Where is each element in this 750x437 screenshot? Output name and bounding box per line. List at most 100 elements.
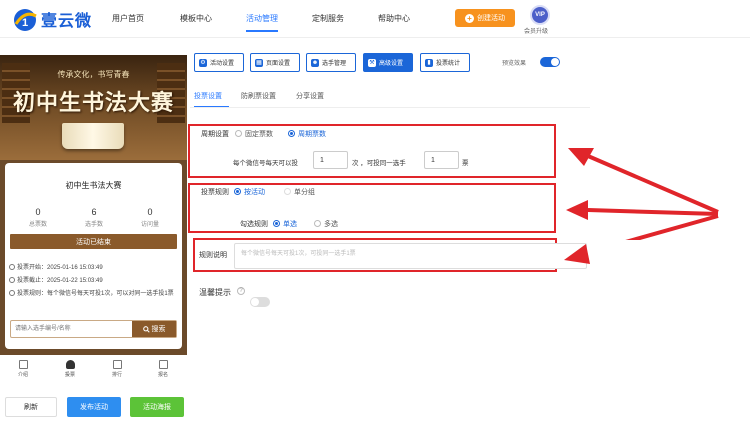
vip-icon[interactable]: VIP [530, 5, 550, 25]
search-icon [142, 325, 150, 333]
clock-icon [9, 290, 15, 296]
search-button-label: 搜索 [151, 326, 166, 333]
tab-label: 排行 [111, 372, 122, 378]
page-settings-button[interactable]: ▦ 页面设置 [250, 53, 300, 72]
radio-icon [288, 130, 295, 137]
settings-icon: ⚙ [199, 58, 207, 67]
stat-total-votes: 0 总票数 [8, 207, 68, 228]
toggle-knob [251, 298, 259, 306]
svg-text:1: 1 [22, 17, 28, 29]
page-icon: ▦ [255, 58, 263, 67]
vip-upgrade-label[interactable]: 会员升级 [524, 26, 548, 35]
stat-value: 0 [35, 207, 41, 217]
brand-name: 壹云微 [41, 13, 93, 30]
votes-same-text: 次 ，可投同一选手 [352, 160, 406, 167]
publish-activity-button[interactable]: 发布活动 [67, 397, 121, 417]
radio-icon [235, 130, 242, 137]
banner-title: 初中生书法大赛 [12, 90, 174, 116]
refresh-button[interactable]: 刷新 [5, 397, 57, 417]
radio-label: 周期票数 [298, 131, 326, 138]
subtab-anti-fraud[interactable]: 防刷票设置 [241, 91, 276, 101]
annotation-arrow-lower [564, 244, 590, 264]
vote-rule-label: 投票规则 [201, 189, 229, 196]
open-book-image [62, 123, 124, 149]
stat-contestants: 6 选手数 [64, 207, 124, 228]
create-activity-button[interactable]: + 创建活动 [455, 9, 515, 27]
activity-settings-button[interactable]: ⚙ 活动设置 [194, 53, 244, 72]
rule-description-label: 规则说明 [199, 252, 227, 259]
activity-poster-button[interactable]: 活动海报 [130, 397, 184, 417]
nav-templates[interactable]: 模板中心 [180, 13, 212, 24]
contestant-search-input[interactable] [11, 321, 133, 337]
tab-label: 介绍 [17, 372, 28, 378]
toggle-knob [551, 58, 559, 66]
tab-label: 投票 [64, 372, 75, 378]
radio-label: 单分组 [294, 189, 315, 196]
nav-home[interactable]: 用户首页 [112, 13, 144, 24]
document-icon [18, 360, 28, 369]
radio-icon [273, 220, 280, 227]
create-activity-label: 创建活动 [477, 15, 505, 22]
top-navigation: 1 壹云微 用户首页 模板中心 活动管理 定制服务 帮助中心 + 创建活动 VI… [0, 0, 750, 38]
radio-icon [234, 188, 241, 195]
radio-label: 固定票数 [245, 131, 273, 138]
clock-icon [9, 264, 15, 270]
votes-per-day-text: 每个微信号每天可以投 [233, 160, 298, 167]
by-activity-radio[interactable]: 按活动 [234, 187, 265, 197]
preview-tabbar: 介绍 投票 排行 报名 [0, 357, 187, 383]
info-text: 投票开始：2025-01-16 15:03:49 [17, 265, 103, 271]
activity-title: 初中生书法大赛 [65, 181, 122, 190]
contestant-management-button[interactable]: ☻ 选手管理 [306, 53, 356, 72]
single-group-radio[interactable]: 单分组 [284, 187, 315, 197]
fixed-votes-radio[interactable]: 固定票数 [235, 129, 273, 139]
tab-ranking[interactable]: 排行 [102, 360, 132, 378]
tab-intro[interactable]: 介绍 [8, 360, 38, 378]
contestant-search: 搜索 [10, 320, 177, 338]
info-vote-start: 投票开始：2025-01-16 15:03:49 [9, 264, 103, 273]
rule-description-textarea[interactable]: 每个微信号每天可投1次，可投同一选手1票 [234, 243, 587, 269]
stat-label: 选手数 [84, 222, 103, 228]
mobile-preview: 传承文化，书写青春 初中生书法大赛 初中生书法大赛 0 总票数 6 选手数 0 … [0, 55, 187, 355]
vote-statistics-button[interactable]: ▮ 投票统计 [420, 53, 470, 72]
stat-label: 总票数 [28, 222, 47, 228]
preview-effect-label: 预览效果 [502, 61, 527, 67]
votes-per-day-input[interactable] [313, 151, 348, 169]
users-icon: ☻ [311, 58, 319, 67]
radio-icon [314, 220, 321, 227]
multiple-choice-radio[interactable]: 多选 [314, 219, 338, 229]
plus-icon: + [465, 13, 474, 23]
ranking-icon [112, 360, 122, 369]
warm-tip-label: 温馨提示 [199, 288, 231, 297]
activity-card: 初中生书法大赛 0 总票数 6 选手数 0 访问量 活动已结束 投票开始：202… [5, 163, 182, 349]
button-label: 活动设置 [210, 61, 235, 67]
help-icon[interactable]: ? [237, 287, 245, 295]
subtab-vote-settings[interactable]: 投票设置 [194, 91, 222, 101]
nav-help-center[interactable]: 帮助中心 [378, 13, 410, 24]
user-icon [65, 360, 75, 369]
button-label: 投票统计 [436, 61, 461, 67]
nav-custom-service[interactable]: 定制服务 [312, 13, 344, 24]
single-choice-radio[interactable]: 单选 [273, 219, 297, 229]
logo-icon: 1 [12, 6, 38, 32]
warm-tip-toggle[interactable] [250, 297, 270, 307]
search-button[interactable]: 搜索 [132, 321, 176, 337]
radio-icon [284, 188, 291, 195]
signup-icon [158, 360, 168, 369]
subtab-share-settings[interactable]: 分享设置 [296, 91, 324, 101]
stat-visits: 0 访问量 [120, 207, 180, 228]
activity-ended-button[interactable]: 活动已结束 [10, 234, 177, 249]
votes-same-contestant-input[interactable] [424, 151, 459, 169]
nav-activity-management[interactable]: 活动管理 [246, 13, 278, 32]
brand-logo[interactable]: 1 壹云微 [12, 6, 92, 32]
tab-vote[interactable]: 投票 [55, 360, 85, 378]
vip-badge-text: VIP [535, 12, 545, 18]
stat-value: 6 [91, 207, 97, 217]
preview-banner: 传承文化，书写青春 初中生书法大赛 [0, 55, 187, 160]
cycle-votes-radio[interactable]: 周期票数 [288, 129, 326, 139]
preview-effect-toggle[interactable] [540, 57, 560, 67]
advanced-settings-button[interactable]: ⚒ 高级设置 [363, 53, 413, 72]
tab-label: 报名 [157, 372, 168, 378]
votes-unit-text: 票 [462, 160, 469, 167]
textarea-placeholder: 每个微信号每天可投1次，可投同一选手1票 [241, 251, 356, 257]
tab-signup[interactable]: 报名 [148, 360, 178, 378]
